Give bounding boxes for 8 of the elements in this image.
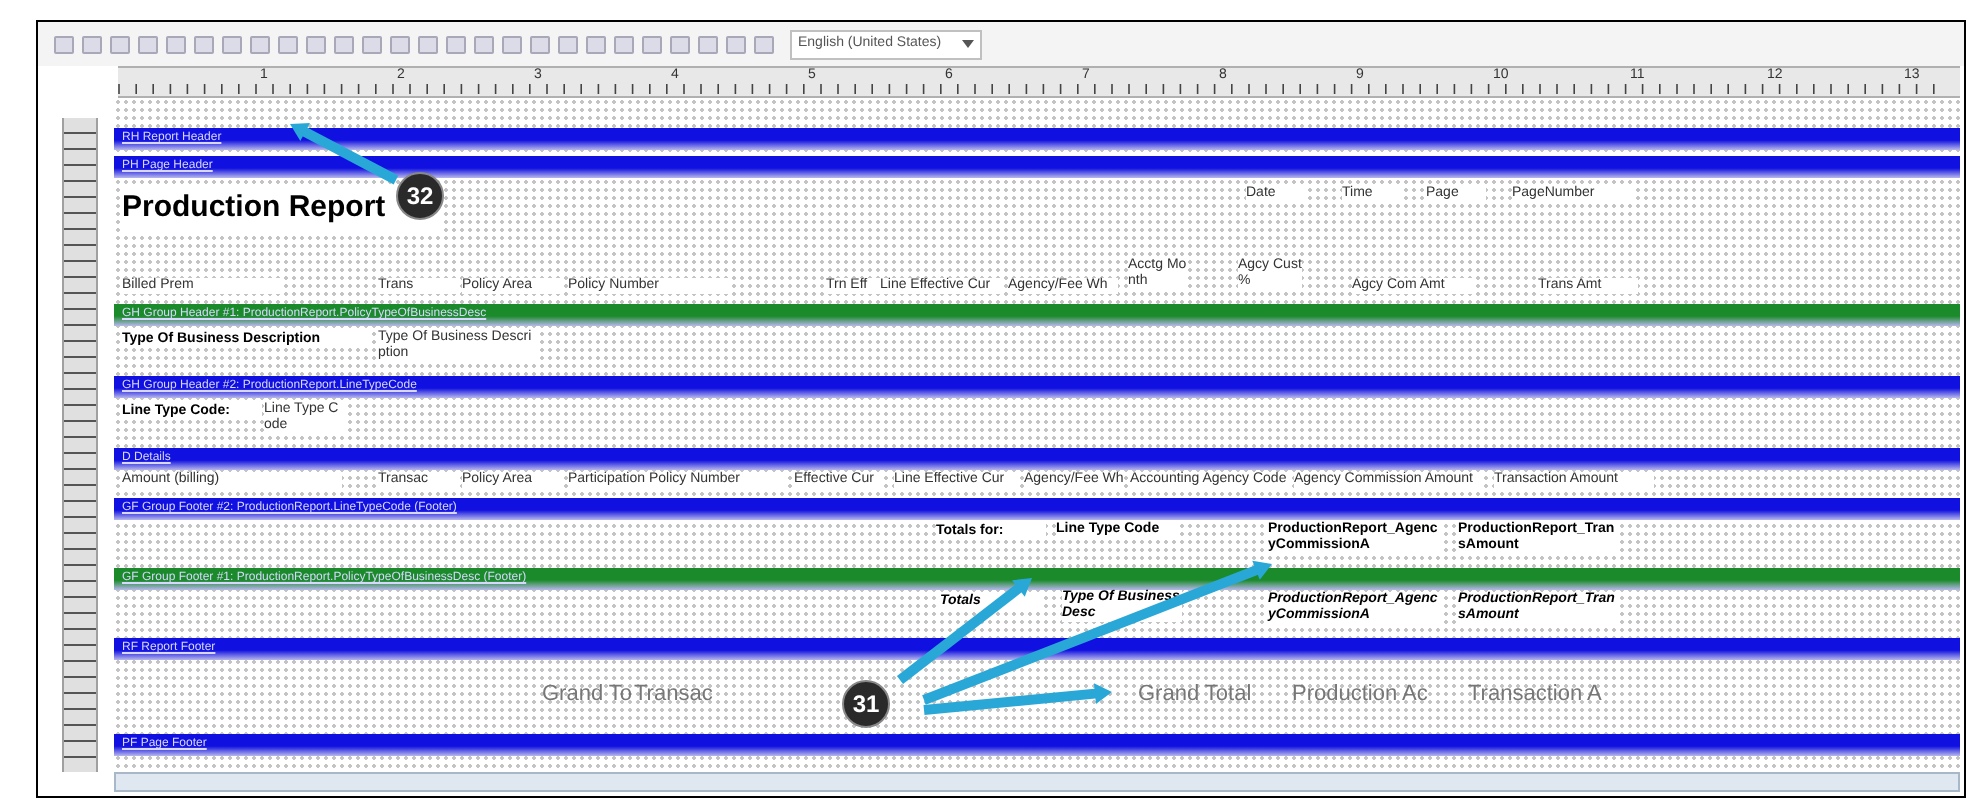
report-field: Transaction A — [1468, 678, 1628, 711]
report-field: Transac — [634, 678, 714, 711]
callout-arrow — [290, 122, 399, 185]
report-field: Grand To — [542, 678, 638, 711]
report-field: Production Ac — [1292, 678, 1452, 711]
report-field: Grand Total — [1138, 678, 1278, 711]
horizontal-scrollbar[interactable] — [114, 772, 1960, 792]
caret-icon — [961, 40, 974, 48]
